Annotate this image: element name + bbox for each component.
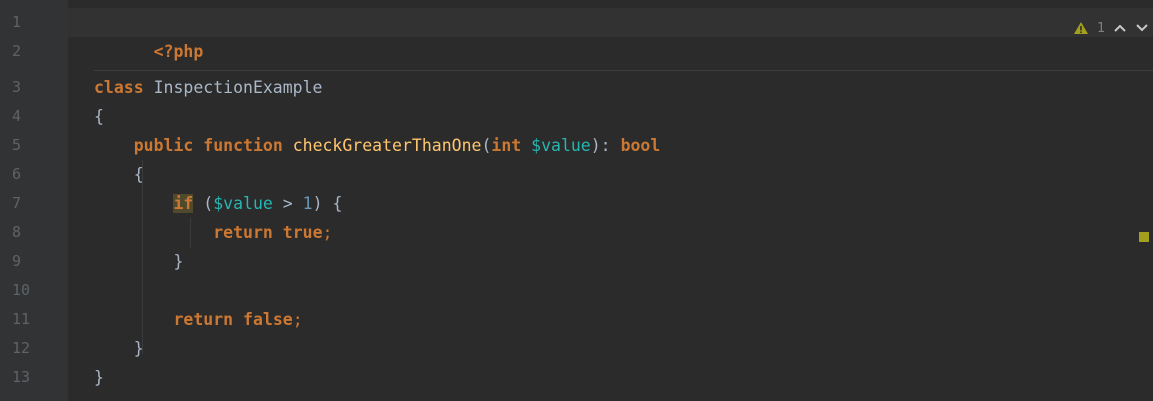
- paren-open: (: [193, 194, 214, 213]
- if-keyword[interactable]: if: [173, 194, 194, 213]
- code-line-12: }: [94, 334, 144, 363]
- line-number: 3: [12, 78, 22, 96]
- operator: >: [272, 194, 303, 213]
- param-variable: $value: [521, 136, 591, 155]
- line-number-gutter: 1 2 3 4 5 6 7 8 9 10 11 12 13: [0, 0, 68, 401]
- number-literal: 1: [302, 194, 313, 213]
- class-name: InspectionExample: [143, 78, 323, 97]
- int-keyword: int: [491, 136, 522, 155]
- chevron-down-icon[interactable]: [1135, 22, 1149, 34]
- semicolon: ;: [322, 223, 333, 242]
- line-number: 5: [12, 136, 22, 154]
- function-name: checkGreaterThanOne: [282, 136, 482, 155]
- true-keyword: true: [272, 223, 323, 242]
- inspection-widget[interactable]: 1: [1073, 16, 1153, 40]
- line-number: 13: [12, 368, 31, 386]
- code-line-11: return false;: [94, 305, 303, 334]
- line-number: 10: [12, 281, 31, 299]
- line-number: 8: [12, 223, 22, 241]
- scrollbar-warning-marker[interactable]: [1139, 232, 1149, 242]
- bool-keyword: bool: [620, 136, 661, 155]
- line-number: 6: [12, 165, 22, 183]
- return-keyword: return: [213, 223, 273, 242]
- open-brace: {: [94, 107, 104, 126]
- open-brace: {: [133, 165, 144, 184]
- paren-close-brace: ) {: [312, 194, 343, 213]
- code-line-13: }: [94, 363, 104, 392]
- code-line-6: {: [94, 160, 144, 189]
- code-line-4: {: [94, 102, 104, 131]
- current-line-highlight: [68, 8, 1153, 37]
- semicolon: ;: [292, 310, 303, 329]
- close-brace: }: [133, 339, 144, 358]
- paren-close-colon: ):: [590, 136, 621, 155]
- line-number: 1: [12, 13, 22, 31]
- code-line-5: public function checkGreaterThanOne(int …: [94, 131, 661, 160]
- method-separator: [94, 70, 1153, 71]
- chevron-up-icon[interactable]: [1113, 22, 1127, 34]
- class-keyword: class: [94, 78, 144, 97]
- code-line-9: }: [94, 247, 183, 276]
- line-number: 2: [12, 42, 22, 60]
- code-line-3: class InspectionExample: [94, 73, 322, 102]
- false-keyword: false: [233, 310, 293, 329]
- line-number: 12: [12, 339, 31, 357]
- paren-open: (: [481, 136, 492, 155]
- code-line-1: <?php: [94, 8, 204, 61]
- return-keyword: return: [173, 310, 234, 329]
- warning-icon[interactable]: [1073, 21, 1089, 35]
- line-number: 9: [12, 252, 22, 270]
- php-open-tag: <?php: [153, 42, 204, 61]
- close-brace: }: [94, 368, 104, 387]
- public-keyword: public: [133, 136, 194, 155]
- line-number: 11: [12, 310, 31, 328]
- close-brace: }: [173, 252, 184, 271]
- value-variable: $value: [213, 194, 273, 213]
- code-line-7: if ($value > 1) {: [94, 189, 342, 218]
- code-area[interactable]: <?php class InspectionExample { public f…: [68, 0, 1153, 401]
- line-number: 7: [12, 194, 22, 212]
- code-line-8: return true;: [94, 218, 332, 247]
- code-editor[interactable]: 1 2 3 4 5 6 7 8 9 10 11 12 13 <?php clas…: [0, 0, 1153, 401]
- line-number: 4: [12, 107, 22, 125]
- function-keyword: function: [193, 136, 283, 155]
- warning-count: 1: [1097, 20, 1106, 36]
